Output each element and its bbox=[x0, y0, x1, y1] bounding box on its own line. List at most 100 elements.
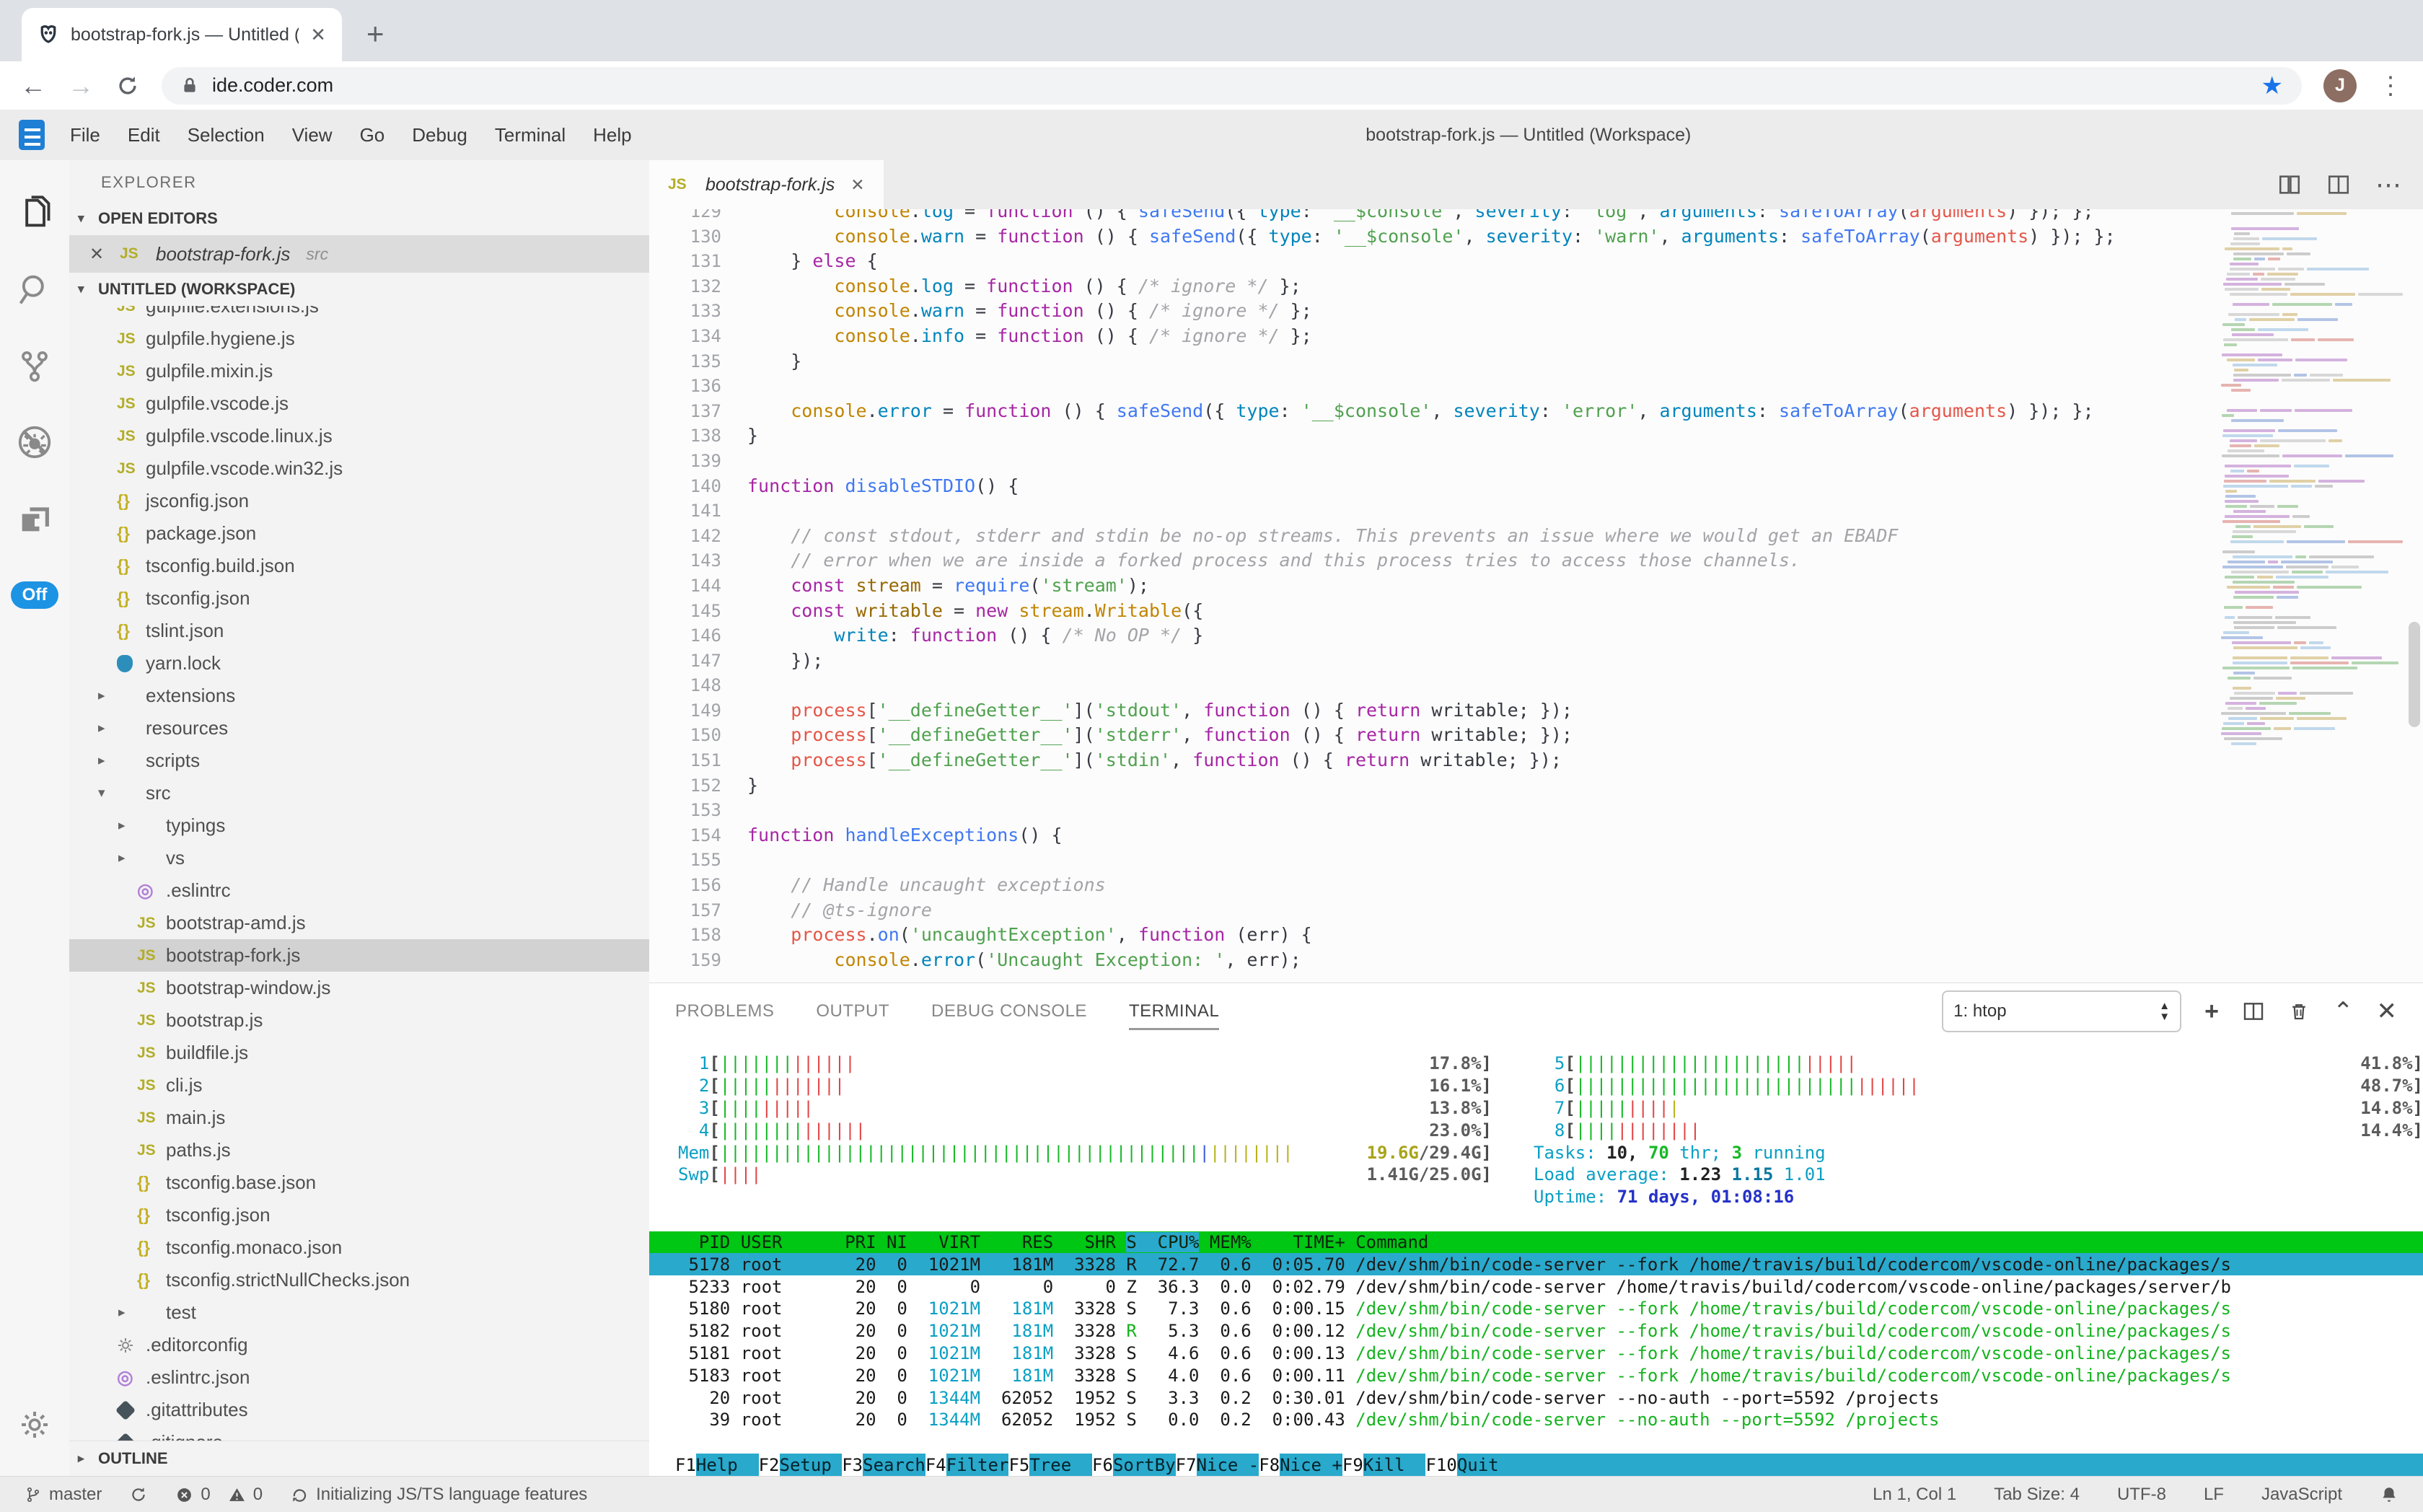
chevron-right-icon[interactable]: ▸ bbox=[118, 850, 137, 866]
htop-table-header[interactable]: PID USER PRI NI VIRT RES SHR S CPU% MEM%… bbox=[649, 1231, 2423, 1254]
extensions-icon[interactable] bbox=[0, 480, 69, 557]
fnkey-F10[interactable]: F10 bbox=[1425, 1454, 1456, 1476]
code-line-158[interactable]: 158 process.on('uncaughtException', func… bbox=[649, 923, 2207, 948]
settings-gear-icon[interactable] bbox=[0, 1386, 69, 1463]
code-line-135[interactable]: 135 } bbox=[649, 349, 2207, 374]
tab-size[interactable]: Tab Size: 4 bbox=[1994, 1485, 2080, 1505]
panel-tab-terminal[interactable]: TERMINAL bbox=[1129, 991, 1219, 1032]
tree-item-bootstrap.js[interactable]: JSbootstrap.js bbox=[69, 1004, 649, 1037]
process-row-5180[interactable]: 5180 root 20 0 1021M 181M 3328 S 7.3 0.6… bbox=[678, 1298, 2423, 1320]
fnkey-F3[interactable]: F3 bbox=[842, 1454, 863, 1476]
process-row-5181[interactable]: 5181 root 20 0 1021M 181M 3328 S 4.6 0.6… bbox=[678, 1342, 2423, 1365]
tree-item-tsconfig.json[interactable]: {}tsconfig.json bbox=[69, 582, 649, 615]
process-row-5233[interactable]: 5233 root 20 0 0 0 0 Z 36.3 0.0 0:02.79 … bbox=[678, 1275, 2423, 1298]
kill-terminal-trash-icon[interactable] bbox=[2288, 1000, 2310, 1023]
bookmark-star-icon[interactable]: ★ bbox=[2261, 71, 2283, 100]
browser-menu-icon[interactable]: ⋮ bbox=[2378, 71, 2403, 100]
editor-scrollbar[interactable] bbox=[2409, 622, 2420, 727]
code-line-130[interactable]: 130 console.warn = function () { safeSen… bbox=[649, 224, 2207, 250]
split-terminal-icon[interactable] bbox=[2242, 1000, 2265, 1023]
maximize-panel-icon[interactable]: ⌃ bbox=[2333, 997, 2354, 1026]
tree-item-test[interactable]: ▸test bbox=[69, 1296, 649, 1329]
tree-item-.eslintrc.json[interactable]: ◎.eslintrc.json bbox=[69, 1361, 649, 1394]
tree-item-tslint.json[interactable]: {}tslint.json bbox=[69, 615, 649, 647]
tree-item-jsconfig.json[interactable]: {}jsconfig.json bbox=[69, 485, 649, 517]
fnkey-F9[interactable]: F9 bbox=[1342, 1454, 1363, 1476]
chevron-right-icon[interactable]: ▸ bbox=[98, 720, 117, 737]
code-line-148[interactable]: 148 bbox=[649, 673, 2207, 698]
tree-item-resources[interactable]: ▸resources bbox=[69, 712, 649, 744]
encoding[interactable]: UTF-8 bbox=[2117, 1485, 2166, 1505]
panel-tab-output[interactable]: OUTPUT bbox=[816, 991, 889, 1032]
code-line-150[interactable]: 150 process['__defineGetter__']('stderr'… bbox=[649, 723, 2207, 748]
fnkey-F1[interactable]: F1 bbox=[675, 1454, 696, 1476]
more-actions-icon[interactable]: ⋯ bbox=[2375, 170, 2401, 200]
tree-item-.eslintrc[interactable]: ◎.eslintrc bbox=[69, 874, 649, 907]
search-icon[interactable] bbox=[0, 251, 69, 328]
browser-tab[interactable]: bootstrap-fork.js — Untitled (W ✕ bbox=[22, 8, 342, 61]
source-control-icon[interactable] bbox=[0, 328, 69, 404]
code-line-154[interactable]: 154function handleExceptions() { bbox=[649, 823, 2207, 848]
code-line-139[interactable]: 139 bbox=[649, 449, 2207, 474]
forward-icon[interactable]: → bbox=[68, 71, 94, 101]
tab-close-icon[interactable]: ✕ bbox=[850, 175, 864, 195]
git-branch-item[interactable]: master bbox=[25, 1485, 102, 1505]
process-row-20[interactable]: 20 root 20 0 1344M 62052 1952 S 3.3 0.2 … bbox=[678, 1386, 2423, 1409]
open-editors-header[interactable]: ▾ OPEN EDITORS bbox=[69, 202, 649, 235]
code-line-146[interactable]: 146 write: function () { /* No OP */ } bbox=[649, 623, 2207, 649]
fnkey-F5[interactable]: F5 bbox=[1008, 1454, 1029, 1476]
chevron-right-icon[interactable]: ▸ bbox=[98, 687, 117, 704]
fnkey-F4[interactable]: F4 bbox=[925, 1454, 946, 1476]
open-editor-item[interactable]: ✕ JS bootstrap-fork.js src bbox=[69, 235, 649, 273]
code-line-153[interactable]: 153 bbox=[649, 798, 2207, 823]
split-editor-icon[interactable] bbox=[2277, 172, 2302, 197]
editor-tab[interactable]: JS bootstrap-fork.js ✕ bbox=[649, 160, 884, 209]
fnkey-F6[interactable]: F6 bbox=[1092, 1454, 1113, 1476]
chevron-right-icon[interactable]: ▸ bbox=[98, 752, 117, 769]
code-line-133[interactable]: 133 console.warn = function () { /* igno… bbox=[649, 299, 2207, 324]
code-line-159[interactable]: 159 console.error('Uncaught Exception: '… bbox=[649, 948, 2207, 973]
tree-item-main.js[interactable]: JSmain.js bbox=[69, 1102, 649, 1134]
tree-item-tsconfig.strictNullChecks.json[interactable]: {}tsconfig.strictNullChecks.json bbox=[69, 1264, 649, 1296]
editor-layout-icon[interactable] bbox=[2326, 172, 2351, 197]
minimap[interactable] bbox=[2221, 212, 2403, 832]
tree-item-gulpfile.vscode.linux.js[interactable]: JSgulpfile.vscode.linux.js bbox=[69, 420, 649, 452]
close-panel-icon[interactable]: ✕ bbox=[2377, 997, 2398, 1026]
tree-item-gulpfile.mixin.js[interactable]: JSgulpfile.mixin.js bbox=[69, 355, 649, 387]
code-line-142[interactable]: 142 // const stdout, stderr and stdin be… bbox=[649, 524, 2207, 549]
language-mode[interactable]: JavaScript bbox=[2261, 1485, 2342, 1505]
code-line-141[interactable]: 141 bbox=[649, 498, 2207, 524]
fnkey-F2[interactable]: F2 bbox=[759, 1454, 780, 1476]
close-icon[interactable]: ✕ bbox=[89, 244, 111, 265]
tree-item-extensions[interactable]: ▸extensions bbox=[69, 680, 649, 712]
url-text[interactable]: ide.coder.com bbox=[212, 74, 2248, 97]
code-line-132[interactable]: 132 console.log = function () { /* ignor… bbox=[649, 274, 2207, 299]
code-line-157[interactable]: 157 // @ts-ignore bbox=[649, 898, 2207, 923]
tree-item-.gitignore[interactable]: .gitignore bbox=[69, 1426, 649, 1441]
code-line-134[interactable]: 134 console.info = function () { /* igno… bbox=[649, 324, 2207, 349]
menu-view[interactable]: View bbox=[278, 124, 346, 146]
tree-item-.editorconfig[interactable]: .editorconfig bbox=[69, 1329, 649, 1361]
fnkey-F7[interactable]: F7 bbox=[1176, 1454, 1197, 1476]
menu-debug[interactable]: Debug bbox=[398, 124, 481, 146]
offline-badge[interactable]: Off bbox=[11, 581, 58, 609]
cursor-position[interactable]: Ln 1, Col 1 bbox=[1873, 1485, 1956, 1505]
terminal[interactable]: 1[|||||||||||||17.8%] 2[||||||||||||16.1… bbox=[649, 1040, 2423, 1476]
code-line-145[interactable]: 145 const writable = new stream.Writable… bbox=[649, 599, 2207, 624]
tree-item-yarn.lock[interactable]: yarn.lock bbox=[69, 647, 649, 680]
tree-item-buildfile.js[interactable]: JSbuildfile.js bbox=[69, 1037, 649, 1069]
tree-item-package.json[interactable]: {}package.json bbox=[69, 517, 649, 550]
tree-item-tsconfig.build.json[interactable]: {}tsconfig.build.json bbox=[69, 550, 649, 582]
panel-tab-problems[interactable]: PROBLEMS bbox=[675, 991, 774, 1032]
app-logo-icon[interactable] bbox=[19, 120, 45, 150]
code-line-140[interactable]: 140function disableSTDIO() { bbox=[649, 474, 2207, 499]
code-line-137[interactable]: 137 console.error = function () { safeSe… bbox=[649, 399, 2207, 424]
tree-item-typings[interactable]: ▸typings bbox=[69, 809, 649, 842]
fnkey-F8[interactable]: F8 bbox=[1259, 1454, 1280, 1476]
debug-disabled-icon[interactable] bbox=[0, 404, 69, 480]
menu-edit[interactable]: Edit bbox=[114, 124, 174, 146]
menu-go[interactable]: Go bbox=[346, 124, 399, 146]
code-line-138[interactable]: 138} bbox=[649, 423, 2207, 449]
chevron-down-icon[interactable]: ▾ bbox=[98, 785, 117, 801]
outline-header[interactable]: ▸ OUTLINE bbox=[69, 1441, 649, 1476]
